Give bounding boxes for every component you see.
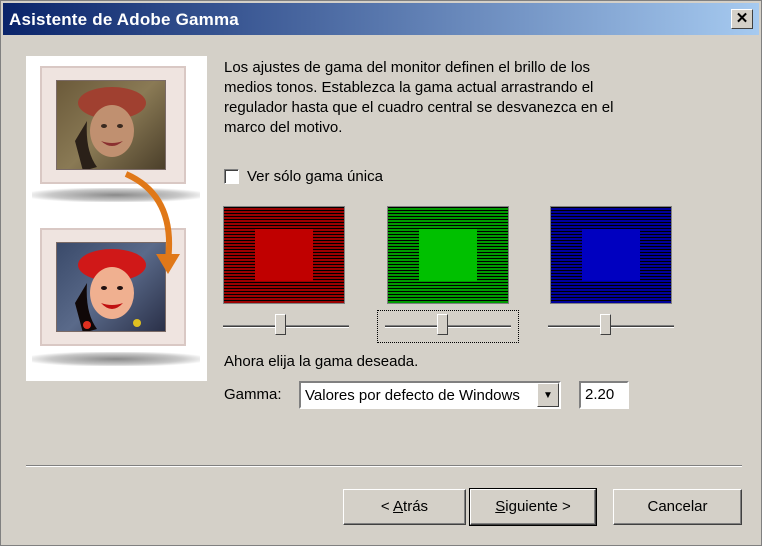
single-gamma-option[interactable]: Ver sólo gama única	[224, 166, 383, 186]
instructions-text: Los ajustes de gama del monitor definen …	[224, 59, 614, 136]
slider-track	[385, 325, 511, 328]
back-mnemonic: A	[393, 498, 404, 515]
single-gamma-label: Ver sólo gama única	[247, 167, 383, 185]
separator	[26, 465, 742, 467]
blue-gamma-swatch	[550, 206, 672, 304]
cancel-label: Cancelar	[647, 498, 708, 515]
close-icon: ✕	[735, 10, 749, 27]
blue-center-square	[582, 229, 640, 281]
single-gamma-checkbox[interactable]	[224, 168, 239, 184]
chevron-down-icon: ▼	[543, 389, 553, 401]
green-gamma-slider[interactable]	[385, 314, 511, 340]
blue-gamma-slider[interactable]	[548, 314, 674, 340]
gamma-value-field[interactable]: 2.20	[579, 381, 629, 409]
choose-gamma-prompt: Ahora elija la gama deseada.	[224, 353, 419, 370]
red-center-square	[255, 229, 313, 281]
window-title: Asistente de Adobe Gamma	[9, 10, 239, 29]
slider-thumb[interactable]	[437, 314, 448, 335]
curved-arrow-icon	[124, 171, 180, 274]
back-label: trás	[403, 498, 429, 515]
next-mnemonic: S	[495, 498, 506, 515]
green-center-square	[419, 229, 477, 281]
next-label: iguiente	[505, 498, 558, 515]
gamma-illustration	[26, 56, 207, 381]
slider-thumb[interactable]	[275, 314, 286, 335]
next-button[interactable]: Siguiente >	[469, 488, 597, 526]
slider-track	[223, 325, 349, 328]
red-gamma-swatch	[223, 206, 345, 304]
gamma-dropdown[interactable]: Valores por defecto de Windows ▼	[299, 381, 561, 409]
cancel-button[interactable]: Cancelar	[613, 489, 742, 525]
back-button[interactable]: < Atrás	[343, 489, 466, 525]
red-gamma-slider[interactable]	[223, 314, 349, 340]
title-bar[interactable]: Asistente de Adobe Gamma ✕	[3, 3, 759, 35]
slider-thumb[interactable]	[600, 314, 611, 335]
close-button[interactable]: ✕	[731, 9, 753, 29]
back-prefix: <	[380, 498, 394, 515]
slider-track	[548, 325, 674, 328]
green-gamma-swatch	[387, 206, 509, 304]
dropdown-arrow-button[interactable]: ▼	[537, 383, 559, 407]
dialog-window: Asistente de Adobe Gamma ✕ Los ajustes d…	[0, 0, 762, 546]
gamma-label: Gamma:	[224, 386, 282, 403]
next-suffix: >	[557, 498, 571, 515]
gamma-dropdown-value: Valores por defecto de Windows	[305, 387, 520, 404]
